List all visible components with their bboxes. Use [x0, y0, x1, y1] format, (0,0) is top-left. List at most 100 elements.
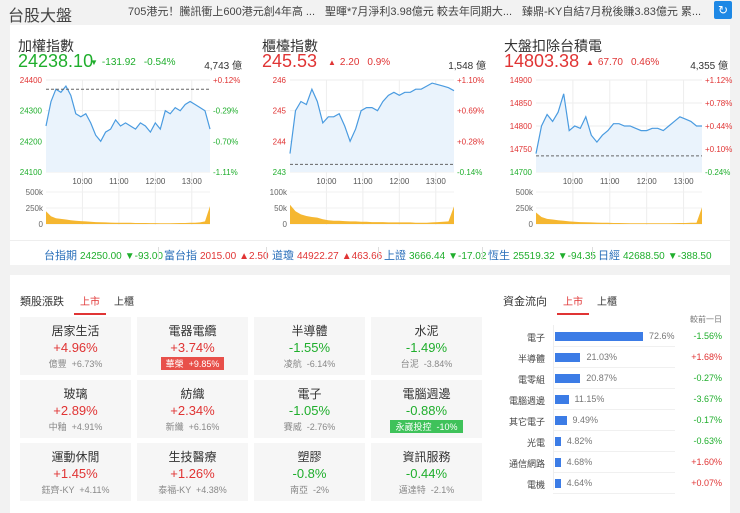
volume-tick-label: 0 — [283, 220, 288, 229]
x-tick-label: 12:00 — [145, 177, 166, 186]
flow-tab-listed[interactable]: 上市 — [557, 293, 589, 315]
flow-change: +1.60% — [691, 457, 722, 467]
sector-card[interactable]: 電子 -1.05% 賽威 -2.76% — [254, 380, 365, 438]
sector-pct: +1.26% — [170, 466, 215, 481]
leading-stock[interactable]: 凌航 -6.14% — [284, 359, 336, 369]
divider — [553, 430, 675, 431]
y-tick-label: 24100 — [20, 168, 43, 177]
flow-share: 21.03% — [586, 352, 618, 362]
divider — [158, 247, 159, 260]
y-tick-label: 14750 — [510, 145, 533, 154]
leading-stock[interactable]: 中釉 +4.91% — [49, 422, 103, 432]
flow-bar — [555, 332, 643, 341]
pct-tick-label: -0.24% — [705, 168, 730, 177]
divider — [553, 493, 675, 494]
y-tick-label: 14800 — [510, 122, 533, 131]
ticker-item[interactable]: 上證 3666.44 ▼-17.02 — [384, 247, 486, 263]
refresh-icon: ↻ — [717, 3, 729, 17]
index-change: ▼ -131.92 -0.54% — [90, 57, 176, 68]
y-tick-label: 244 — [273, 137, 287, 146]
sector-card[interactable]: 電器電纜 +3.74% 華榮 +9.85% — [137, 317, 248, 375]
ticker-value: 42688.50 — [623, 251, 665, 262]
ticker-value: 25519.32 — [513, 251, 555, 262]
leading-stock[interactable]: 邁達特 -2.1% — [399, 485, 455, 495]
flow-change: -0.27% — [693, 373, 722, 383]
sector-name: 運動休閒 — [51, 450, 100, 464]
leading-stock[interactable]: 億豐 +6.73% — [49, 359, 103, 369]
ticker-change: ▼-388.50 — [667, 251, 712, 262]
sector-card[interactable]: 電腦週邊 -0.88% 永崴投控 -10% — [371, 380, 482, 438]
refresh-button[interactable]: ↻ — [714, 1, 732, 19]
x-tick-label: 11:00 — [600, 177, 620, 186]
sector-card[interactable]: 水泥 -1.49% 台泥 -3.84% — [371, 317, 482, 375]
ticker-change: ▼-94.35 — [557, 251, 596, 262]
leading-stock[interactable]: 鈺齊-KY +4.11% — [42, 485, 110, 495]
arrow-up-icon: ▲ — [586, 58, 594, 67]
tab-listed[interactable]: 上市 — [74, 293, 106, 315]
divider — [553, 472, 675, 473]
y-tick-label: 245 — [273, 107, 287, 116]
leading-stock[interactable]: 永崴投控 -10% — [390, 420, 463, 433]
news-headline[interactable]: 聖暉*7月淨利3.98億元 較去年同期大... — [325, 3, 512, 19]
sector-name: 塑膠 — [297, 450, 322, 464]
leading-stock[interactable]: 泰福-KY +4.38% — [158, 485, 227, 495]
pct-tick-label: -0.29% — [213, 107, 238, 116]
ticker-value: 3666.44 — [409, 251, 446, 262]
divider — [482, 247, 483, 260]
ticker-item[interactable]: 道瓊 44922.27 ▲463.66 — [272, 247, 382, 263]
sector-name: 紡織 — [180, 387, 205, 401]
divider — [266, 247, 267, 260]
change-pct: 0.9% — [367, 57, 391, 68]
flow-share: 11.15% — [574, 394, 605, 404]
pct-tick-label: -0.70% — [213, 137, 238, 146]
tab-otc[interactable]: 上櫃 — [114, 293, 134, 308]
sector-card[interactable]: 玻璃 +2.89% 中釉 +4.91% — [20, 380, 131, 438]
sector-card[interactable]: 居家生活 +4.96% 億豐 +6.73% — [20, 317, 131, 375]
x-tick-label: 13:00 — [426, 177, 447, 186]
leading-stock[interactable]: 新纖 +6.16% — [166, 422, 220, 432]
ticker-item[interactable]: 富台指 2015.00 ▲2.50 — [164, 247, 269, 263]
x-tick-label: 13:00 — [182, 177, 203, 186]
x-tick-label: 12:00 — [389, 177, 410, 186]
ticker-item[interactable]: 台指期 24250.00 ▼-93.00 — [44, 247, 163, 263]
sector-card[interactable]: 塑膠 -0.8% 南亞 -2% — [254, 443, 365, 501]
leading-stock[interactable]: 賽威 -2.76% — [284, 422, 336, 432]
leading-stock[interactable]: 台泥 -3.84% — [401, 359, 453, 369]
volume-tick-label: 100k — [270, 188, 288, 197]
index-price: 24238.10 — [18, 51, 94, 71]
sector-card[interactable]: 生技醫療 +1.26% 泰福-KY +4.38% — [137, 443, 248, 501]
sector-pct: -0.8% — [292, 466, 327, 481]
flow-tab-otc[interactable]: 上櫃 — [597, 293, 617, 308]
volume-tick-label: 0 — [529, 220, 534, 229]
sector-card[interactable]: 半導體 -1.55% 凌航 -6.14% — [254, 317, 365, 375]
ticker-item[interactable]: 日經 42688.50 ▼-388.50 — [598, 247, 712, 263]
leading-stock[interactable]: 南亞 -2% — [290, 485, 329, 495]
trade-volume: 4,355 億 — [690, 61, 728, 72]
index-price: 14803.38 — [504, 51, 580, 71]
leading-stock[interactable]: 華榮 +9.85% — [160, 357, 225, 370]
flow-label: 其它電子 — [508, 417, 545, 427]
sector-pct: -1.49% — [405, 340, 448, 355]
sector-pct: +3.74% — [170, 340, 215, 355]
sector-pct: -0.44% — [405, 466, 448, 481]
sector-card[interactable]: 資訊服務 -0.44% 邁達特 -2.1% — [371, 443, 482, 501]
sector-card[interactable]: 運動休閒 +1.45% 鈺齊-KY +4.11% — [20, 443, 131, 501]
flow-share: 4.82% — [566, 436, 593, 446]
ticker-label: 日經 — [598, 250, 620, 262]
x-tick-label: 12:00 — [637, 177, 658, 186]
change-pct: 0.46% — [630, 57, 660, 68]
flow-change: +1.68% — [691, 352, 722, 362]
divider — [10, 240, 730, 241]
ticker-value: 44922.27 — [297, 251, 339, 262]
divider — [592, 247, 593, 260]
flow-change: -0.17% — [693, 415, 722, 425]
sector-card[interactable]: 紡織 +2.34% 新纖 +6.16% — [137, 380, 248, 438]
ticker-item[interactable]: 恆生 25519.32 ▼-94.35 — [488, 247, 596, 263]
y-tick-label: 243 — [273, 168, 287, 177]
sector-name: 電子 — [297, 387, 322, 401]
news-headline[interactable]: 705港元！騰訊衝上600港元創4年高 ... — [128, 3, 315, 19]
price-area — [536, 93, 702, 172]
flow-label: 半導體 — [517, 354, 545, 364]
news-headline[interactable]: 臻鼎-KY自結7月稅後賺3.83億元 累... — [522, 3, 701, 19]
flow-bar — [555, 437, 561, 446]
